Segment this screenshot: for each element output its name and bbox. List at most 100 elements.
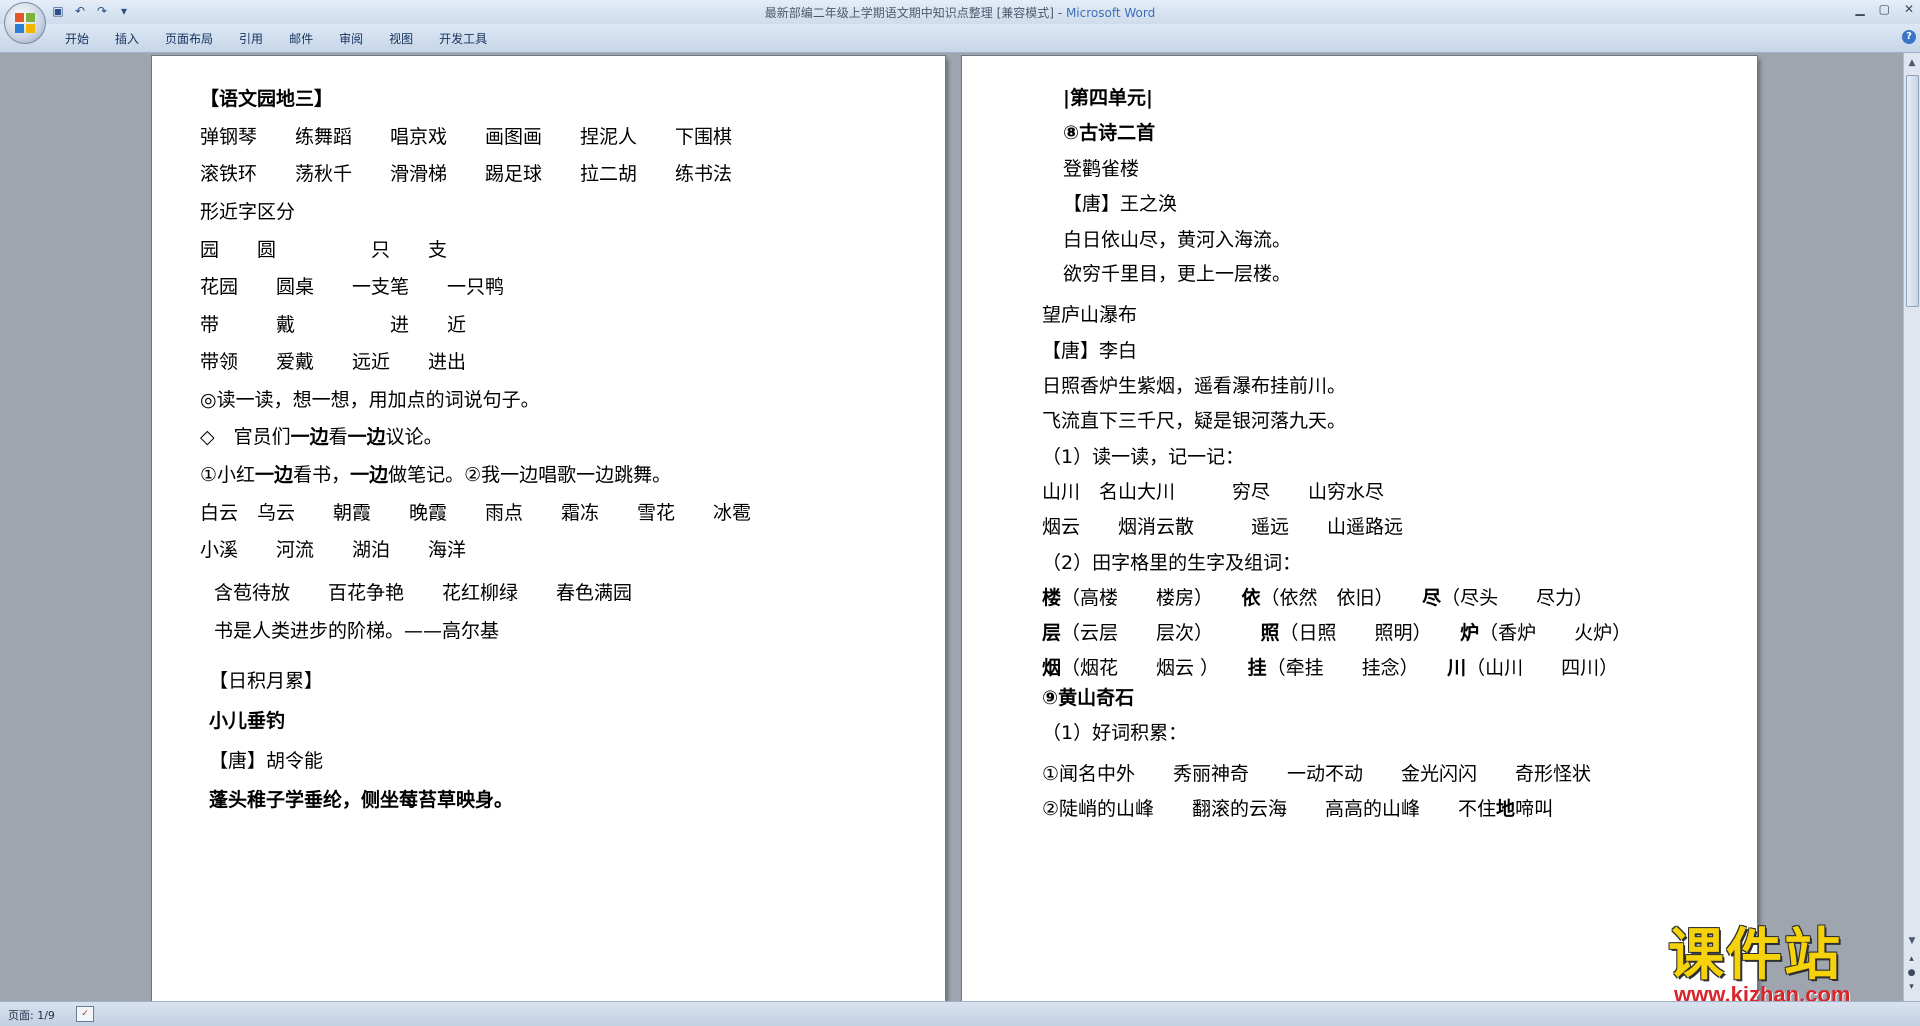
document-line: ①闻名中外 秀丽神奇 一动不动 金光闪闪 奇形怪状 [1042,762,1591,786]
window-controls: ▁ ▢ ✕ [1855,2,1914,16]
select-browse-object-icon[interactable]: ● [1905,967,1918,980]
document-line: 山川 名山大川 穷尽 山穷水尽 [1042,480,1384,504]
help-icon[interactable]: ? [1902,30,1916,44]
ribbon-tab-bar: 开始 插入 页面布局 引用 邮件 审阅 视图 开发工具 ? [0,24,1920,53]
text-run: （香炉 火炉） [1479,622,1632,644]
text-run: 登鹳雀楼 [1063,158,1140,180]
document-line: 【唐】王之涣 [1063,192,1177,216]
text-run: 做笔记。②我一边唱歌一边跳舞。 [388,464,672,486]
text-run: 飞流直下三千尺，疑是银河落九天。 [1042,410,1347,432]
document-line: ◇ 官员们一边看一边议论。 [200,425,443,449]
document-line: 弹钢琴 练舞蹈 唱京戏 画图画 捏泥人 下围棋 [200,125,732,149]
document-line: （1）好词积累： [1042,721,1187,745]
text-run: 小溪 河流 湖泊 海洋 [200,539,467,561]
ribbon-tab[interactable]: 开始 [52,30,102,48]
bold-text: 楼 [1042,587,1062,609]
document-line: 【语文园地三】 [200,87,333,111]
text-run: ◎读一读，想一想，用加点的词说句子。 [200,389,540,411]
document-line: 【唐】李白 [1042,339,1137,363]
window-title: 最新部编二年级上学期语文期中知识点整理 [兼容模式] - Microsoft W… [0,4,1920,21]
text-run: （1）读一读，记一记： [1042,446,1245,468]
bold-text: 炉 [1460,622,1480,644]
ribbon-tab[interactable]: 插入 [102,30,152,48]
scrollbar-thumb[interactable] [1906,75,1919,307]
ribbon-tab[interactable]: 引用 [226,30,276,48]
bold-text: 蓬头稚子学垂纶，侧坐莓苔草映身。 [209,789,514,811]
document-line: ◎读一读，想一想，用加点的词说句子。 [200,388,540,412]
document-line: 飞流直下三千尺，疑是银河落九天。 [1042,409,1346,433]
bold-text: ⑨黄山奇石 [1042,687,1135,709]
maximize-icon[interactable]: ▢ [1879,2,1890,16]
text-run: 带 戴 进 近 [200,314,467,336]
document-line: 书是人类进步的阶梯。——高尔基 [214,619,499,643]
text-run: 滚铁环 荡秋千 滑滑梯 踢足球 拉二胡 练书法 [200,163,733,185]
bold-text: 层 [1042,622,1062,644]
bold-text: 尽 [1422,587,1442,609]
minimize-icon[interactable]: ▁ [1855,2,1864,16]
title-separator: - [1053,6,1066,20]
document-line: 小溪 河流 湖泊 海洋 [200,538,466,562]
app-name: Microsoft Word [1065,6,1156,20]
text-run: （高楼 楼房） [1061,587,1242,609]
document-line: ①小红一边看书，一边做笔记。②我一边唱歌一边跳舞。 [200,463,671,487]
text-run: 带领 爱戴 远近 进出 [200,351,467,373]
ribbon-tab[interactable]: 审阅 [326,30,376,48]
scroll-up-icon[interactable]: ▲ [1904,55,1920,71]
document-line: 含苞待放 百花争艳 花红柳绿 春色满园 [214,581,632,605]
text-run: 形近字区分 [200,201,296,223]
text-run: 望庐山瀑布 [1042,304,1138,326]
ribbon-tabs: 开始 插入 页面布局 引用 邮件 审阅 视图 开发工具 [52,30,500,48]
text-run: ◇ 官员们 [200,426,291,448]
document-line: 烟（烟花 烟云 ） 挂（牵挂 挂念） 川（山川 四川） [1042,656,1618,680]
page-count[interactable]: 页面: 1/9 [8,1007,55,1023]
text-run: ①小红 [200,464,256,486]
document-line: |第四单元| [1063,86,1153,110]
bold-text: 照 [1260,622,1280,644]
office-button-icon[interactable] [4,2,46,44]
text-run: 【唐】王之涣 [1063,193,1178,215]
bold-text: 烟 [1042,657,1062,679]
document-line: 楼（高楼 楼房） 依（依然 依旧） 尽（尽头 尽力） [1042,586,1593,610]
document-page-2[interactable]: |第四单元| ⑧古诗二首登鹳雀楼【唐】王之涣白日依山尽，黄河入海流。 欲穷千里目，更… [962,56,1757,1001]
document-line: 【日积月累】 [209,669,323,693]
bold-text: 一边 [350,464,389,486]
bold-text: ⑧古诗二首 [1063,122,1156,144]
text-run: 烟云 烟消云散 遥远 山遥路远 [1042,516,1404,538]
document-line: 烟云 烟消云散 遥远 山遥路远 [1042,515,1403,539]
document-line: 白日依山尽，黄河入海流。 [1063,228,1291,252]
document-line: 欲穷千里目，更上一层楼。 [1063,262,1291,286]
document-line: 望庐山瀑布 [1042,303,1137,327]
text-run: 书是人类进步的阶梯。——高尔基 [214,620,500,642]
document-title: 最新部编二年级上学期语文期中知识点整理 [兼容模式] [764,6,1054,20]
document-line: 园 圆 只 支 [200,238,447,262]
document-line: 花园 圆桌 一支笔 一只鸭 [200,275,504,299]
ribbon-tab[interactable]: 开发工具 [426,30,500,48]
bold-text: 一边 [347,426,386,448]
document-page-1[interactable]: 【语文园地三】弹钢琴 练舞蹈 唱京戏 画图画 捏泥人 下围棋 滚铁环 荡秋千 滑滑… [152,56,945,1001]
text-run: （山川 四川） [1466,657,1619,679]
document-line: ⑨黄山奇石 [1042,686,1134,710]
text-run: （日照 照明） [1279,622,1461,644]
prev-page-icon[interactable]: ▴ [1905,953,1918,966]
scroll-down-icon[interactable]: ▼ [1904,933,1920,949]
document-line: 带领 爱戴 远近 进出 [200,350,466,374]
document-line: 白云 乌云 朝霞 晚霞 雨点 霜冻 雪花 冰雹 [200,501,751,525]
watermark-title: 课件站 [1668,922,1842,988]
text-run: 白日依山尽，黄河入海流。 [1063,229,1292,251]
document-line: 层（云层 层次） 照（日照 照明） 炉（香炉 火炉） [1042,621,1631,645]
text-run: 啼叫 [1515,798,1554,820]
text-run: 含苞待放 百花争艳 花红柳绿 春色满园 [214,582,633,604]
language-icon[interactable]: ✓ [76,1006,94,1022]
close-icon[interactable]: ✕ [1904,2,1914,16]
bold-text: 【语文园地三】 [200,88,334,110]
document-area[interactable]: 【语文园地三】弹钢琴 练舞蹈 唱京戏 画图画 捏泥人 下围棋 滚铁环 荡秋千 滑滑… [0,53,1904,1001]
next-page-icon[interactable]: ▾ [1905,981,1918,994]
ribbon-tab[interactable]: 邮件 [276,30,326,48]
document-line: 小儿垂钓 [209,709,285,733]
ribbon-tab[interactable]: 视图 [376,30,426,48]
ribbon-tab[interactable]: 页面布局 [152,30,226,48]
vertical-scrollbar[interactable]: ▲ ▼ ▴ ● ▾ [1903,53,1920,1001]
bold-text: 一边 [255,464,294,486]
document-line: 形近字区分 [200,200,295,224]
title-bar: ▣ ↶ ↷ ▾ 最新部编二年级上学期语文期中知识点整理 [兼容模式] - Mic… [0,0,1920,24]
